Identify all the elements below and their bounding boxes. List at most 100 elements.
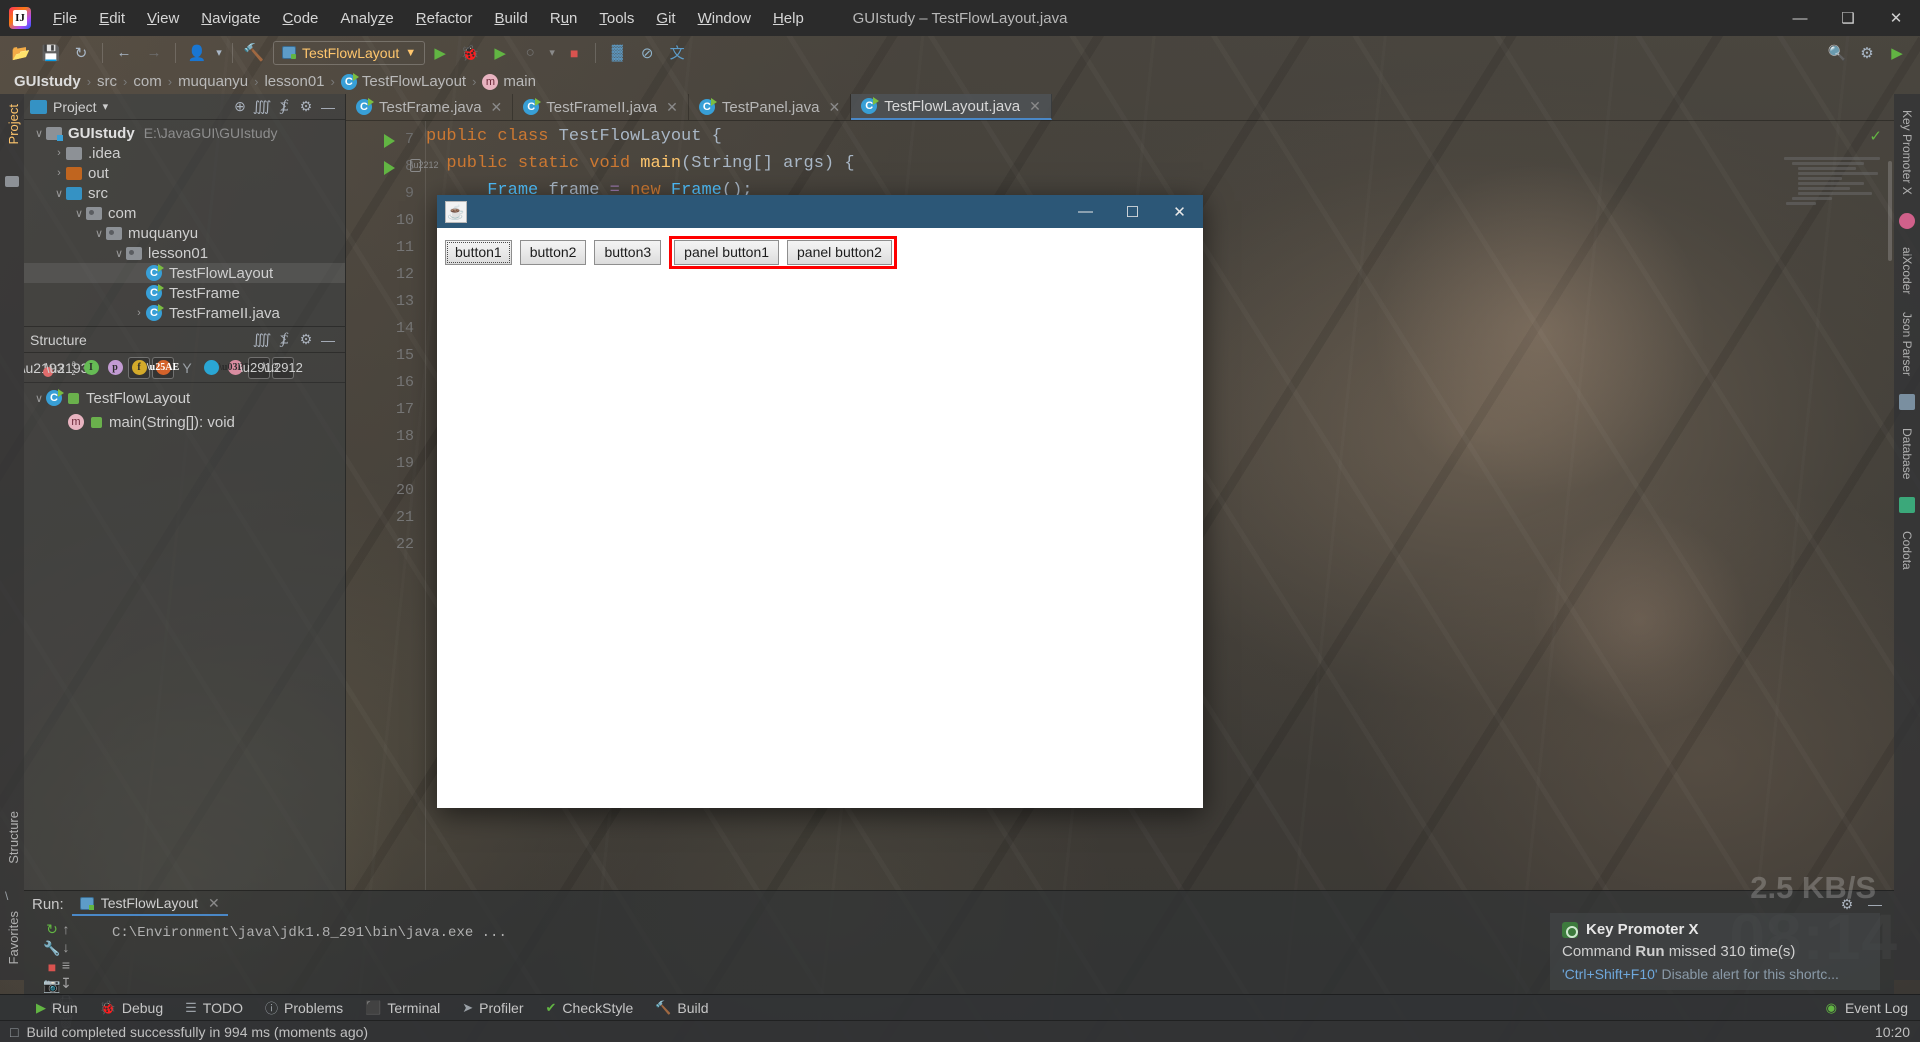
bottom-tab-profiler[interactable]: ➤ Profiler bbox=[452, 997, 533, 1019]
menu-help[interactable]: Help bbox=[762, 6, 815, 31]
group-methods-icon[interactable]: Y bbox=[176, 357, 198, 379]
autoscroll-from-source-icon[interactable]: \u2912 bbox=[263, 356, 303, 379]
scroll-up-icon[interactable]: ↑ bbox=[53, 921, 79, 937]
bottom-tab-debug[interactable]: 🐞 Debug bbox=[90, 997, 173, 1019]
scroll-down-icon[interactable]: ↓ bbox=[53, 939, 79, 955]
expand-all-icon[interactable]: ⨌ bbox=[251, 97, 273, 117]
hide-structure-panel-icon[interactable]: — bbox=[317, 330, 339, 350]
scroll-to-end-icon[interactable]: ↧ bbox=[53, 975, 79, 992]
tree-item-guistudy[interactable]: ∨ GUIstudy E:\JavaGUI\GUIstudy bbox=[24, 123, 345, 143]
structure-collapse-all-icon[interactable]: ⨋ bbox=[273, 330, 295, 350]
pin-icon[interactable]: \ bbox=[5, 889, 18, 903]
window-minimize-button[interactable]: — bbox=[1776, 0, 1824, 36]
bottom-tab-run[interactable]: ▶ Run bbox=[26, 997, 88, 1019]
tool-tab-project[interactable]: Project bbox=[3, 98, 24, 150]
run-configuration-selector[interactable]: TestFlowLayout ▼ bbox=[273, 40, 426, 65]
swing-panel-button2[interactable]: panel button2 bbox=[787, 240, 892, 266]
scroll-to-source-icon[interactable]: ⊕ bbox=[229, 97, 251, 117]
menu-analyze[interactable]: Analyze bbox=[329, 6, 404, 31]
editor-tab-testframe[interactable]: TestFrame.java ✕ bbox=[346, 94, 514, 120]
breadcrumb-item-main[interactable]: main bbox=[478, 72, 540, 91]
tree-twisty-icon[interactable]: ∨ bbox=[112, 247, 126, 260]
swing-button1[interactable]: button1 bbox=[445, 240, 512, 266]
swing-window-title-bar[interactable]: ☕ — ☐ ✕ bbox=[437, 195, 1203, 228]
bottom-tab-checkstyle[interactable]: ✔ CheckStyle bbox=[536, 997, 644, 1019]
java-swing-application-window[interactable]: ☕ — ☐ ✕ button1 button2 button3 panel bu… bbox=[437, 195, 1203, 808]
bottom-tab-todo[interactable]: ☰ TODO bbox=[175, 997, 253, 1019]
navigate-forward-icon[interactable]: → bbox=[139, 40, 169, 66]
tree-item-idea[interactable]: › .idea bbox=[24, 143, 345, 163]
structure-settings-icon[interactable]: ⚙ bbox=[295, 330, 317, 350]
window-close-button[interactable]: ✕ bbox=[1872, 0, 1920, 36]
profile-caret-icon[interactable]: ▾ bbox=[545, 40, 559, 66]
update-icon[interactable]: ▶ bbox=[1882, 40, 1912, 66]
tool-tab-aixcoder[interactable]: aiXcoder bbox=[1900, 247, 1914, 294]
codota-icon[interactable] bbox=[1899, 497, 1915, 514]
tree-item-testflowlayout[interactable]: TestFlowLayout bbox=[24, 263, 345, 283]
fold-gutter-icon[interactable]: \u2212 bbox=[410, 159, 439, 172]
bottom-tab-terminal[interactable]: ⬛ Terminal bbox=[355, 997, 450, 1019]
tree-twisty-icon[interactable]: ∨ bbox=[32, 127, 46, 140]
bottom-tab-build[interactable]: 🔨 Build bbox=[645, 997, 718, 1019]
tree-item-testframe[interactable]: TestFrame bbox=[24, 283, 345, 303]
swing-close-button[interactable]: ✕ bbox=[1156, 195, 1203, 228]
tree-twisty-icon[interactable]: › bbox=[52, 167, 66, 179]
breadcrumb-item-com[interactable]: com bbox=[129, 72, 165, 91]
tree-item-testframeii[interactable]: › TestFrameII.java bbox=[24, 303, 345, 323]
hide-project-panel-icon[interactable]: — bbox=[317, 97, 339, 117]
sync-icon[interactable]: ↻ bbox=[66, 40, 96, 66]
tree-item-src[interactable]: ∨ src bbox=[24, 183, 345, 203]
run-method-gutter-icon[interactable] bbox=[384, 161, 395, 175]
profile-icon[interactable]: ○ bbox=[515, 40, 545, 66]
debug-button-icon[interactable]: 🐞 bbox=[455, 40, 485, 66]
key-promoter-notification[interactable]: Key Promoter X Command Run missed 310 ti… bbox=[1550, 913, 1880, 990]
inspect-icon[interactable]: ⊘ bbox=[632, 40, 662, 66]
editor-tab-testflowlayout[interactable]: TestFlowLayout.java ✕ bbox=[851, 94, 1052, 120]
tree-twisty-icon[interactable]: ∨ bbox=[92, 227, 106, 240]
editor-scrollbar[interactable] bbox=[1888, 161, 1892, 261]
tree-twisty-icon[interactable]: › bbox=[52, 147, 66, 159]
stop-button-icon[interactable]: ■ bbox=[559, 40, 589, 66]
breadcrumb-item-guistudy[interactable]: GUIstudy bbox=[10, 72, 85, 91]
build-project-icon[interactable]: 🔨 bbox=[239, 40, 269, 66]
soft-wrap-icon[interactable]: ≡ bbox=[53, 957, 79, 973]
tree-twisty-icon[interactable]: ∨ bbox=[52, 187, 66, 200]
aixcoder-icon[interactable] bbox=[1899, 212, 1915, 229]
run-tab-testflowlayout[interactable]: TestFlowLayout ✕ bbox=[71, 893, 228, 916]
menu-code[interactable]: Code bbox=[272, 6, 330, 31]
close-tab-icon[interactable]: ✕ bbox=[491, 99, 503, 116]
menu-navigate[interactable]: Navigate bbox=[190, 6, 271, 31]
menu-edit[interactable]: Edit bbox=[88, 6, 136, 31]
tool-tab-codota[interactable]: Codota bbox=[1900, 531, 1914, 570]
editor-tab-testframeii[interactable]: TestFrameII.java ✕ bbox=[513, 94, 689, 120]
tree-twisty-icon[interactable]: ∨ bbox=[72, 207, 86, 220]
swing-maximize-button[interactable]: ☐ bbox=[1109, 195, 1156, 228]
close-tab-icon[interactable]: ✕ bbox=[1029, 98, 1041, 115]
menu-run[interactable]: Run bbox=[539, 6, 589, 31]
notification-disable-link[interactable]: Disable alert for this shortc... bbox=[1658, 966, 1838, 982]
navigate-back-icon[interactable]: ← bbox=[109, 40, 139, 66]
structure-item-testflowlayout[interactable]: ∨ TestFlowLayout bbox=[24, 386, 345, 410]
menu-build[interactable]: Build bbox=[483, 6, 538, 31]
menu-file[interactable]: FFileile bbox=[42, 6, 88, 31]
project-panel-caret-icon[interactable]: ▾ bbox=[103, 100, 109, 113]
menu-git[interactable]: Git bbox=[645, 6, 686, 31]
run-class-gutter-icon[interactable] bbox=[384, 134, 395, 148]
tool-tab-structure[interactable]: Structure bbox=[3, 805, 24, 870]
show-properties-icon[interactable]: p bbox=[104, 357, 126, 379]
menu-view[interactable]: View bbox=[136, 6, 190, 31]
tool-tab-favorites[interactable]: Favorites bbox=[3, 905, 24, 970]
editor-tab-testpanel[interactable]: TestPanel.java ✕ bbox=[689, 94, 852, 120]
notification-links[interactable]: 'Ctrl+Shift+F10' Disable alert for this … bbox=[1562, 966, 1868, 982]
structure-item-main-method[interactable]: main(String[]): void bbox=[24, 410, 345, 434]
breadcrumb-item-lesson01[interactable]: lesson01 bbox=[260, 72, 328, 91]
layout-designer-icon[interactable]: ▓ bbox=[602, 40, 632, 66]
notification-shortcut-link[interactable]: 'Ctrl+Shift+F10' bbox=[1562, 966, 1658, 982]
tree-item-muquanyu[interactable]: ∨ muquanyu bbox=[24, 223, 345, 243]
run-button-icon[interactable]: ▶ bbox=[425, 40, 455, 66]
bottom-tab-problems[interactable]: ⓘ Problems bbox=[255, 995, 353, 1020]
inspection-status-icon[interactable]: ✓ bbox=[1869, 127, 1882, 145]
tree-item-out[interactable]: › out bbox=[24, 163, 345, 183]
save-all-icon[interactable]: 💾 bbox=[36, 40, 66, 66]
close-run-tab-icon[interactable]: ✕ bbox=[208, 895, 220, 912]
